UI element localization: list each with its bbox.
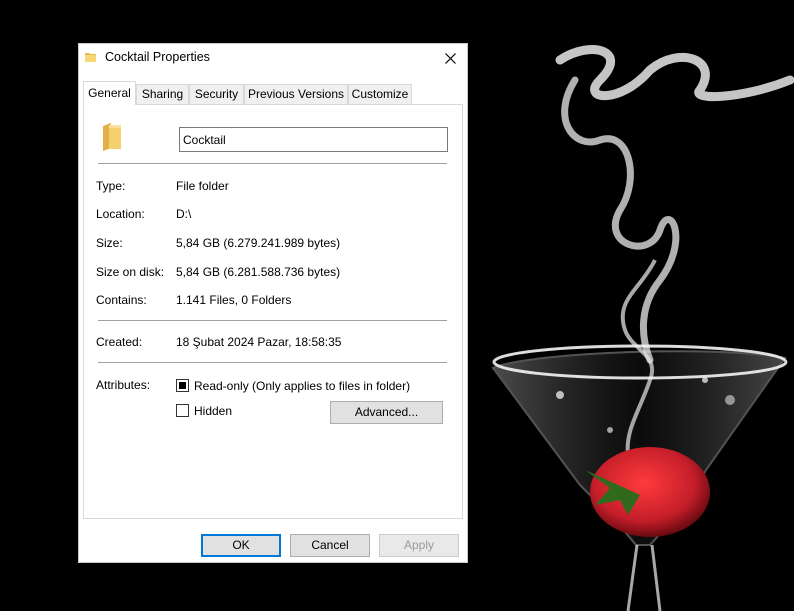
separator xyxy=(98,320,447,321)
advanced-button[interactable]: Advanced... xyxy=(330,401,443,424)
contains-label: Contains: xyxy=(96,293,147,307)
apply-button[interactable]: Apply xyxy=(379,534,459,557)
hidden-label[interactable]: Hidden xyxy=(194,404,232,418)
tab-customize[interactable]: Customize xyxy=(348,84,412,104)
created-label: Created: xyxy=(96,335,143,349)
folder-icon xyxy=(103,123,121,151)
read-only-label[interactable]: Read-only (Only applies to files in fold… xyxy=(194,379,410,393)
attributes-label: Attributes: xyxy=(96,378,151,392)
properties-dialog: Cocktail Properties General Sharing Secu… xyxy=(78,43,468,563)
window-title: Cocktail Properties xyxy=(105,50,210,64)
close-icon xyxy=(444,52,456,64)
folder-icon xyxy=(85,53,96,62)
size-on-disk-value: 5,84 GB (6.281.588.736 bytes) xyxy=(176,265,341,279)
ok-button[interactable]: OK xyxy=(201,534,281,557)
size-value: 5,84 GB (6.279.241.989 bytes) xyxy=(176,236,341,250)
size-label: Size: xyxy=(96,236,123,250)
title-bar[interactable]: Cocktail Properties xyxy=(79,44,467,72)
type-label: Type: xyxy=(96,179,126,193)
location-value: D:\ xyxy=(176,207,192,221)
contains-value: 1.141 Files, 0 Folders xyxy=(176,293,292,307)
read-only-checkbox[interactable] xyxy=(176,379,189,392)
general-tab-panel: Type: File folder Location: D:\ Size: 5,… xyxy=(83,104,463,519)
tab-sharing[interactable]: Sharing xyxy=(136,84,189,104)
close-button[interactable] xyxy=(433,44,467,72)
separator xyxy=(98,362,447,363)
type-value: File folder xyxy=(176,179,229,193)
folder-name-input[interactable] xyxy=(179,127,448,152)
tab-general[interactable]: General xyxy=(83,81,136,105)
location-label: Location: xyxy=(96,207,145,221)
separator xyxy=(98,163,447,164)
created-value: 18 Şubat 2024 Pazar, 18:58:35 xyxy=(176,335,342,349)
tab-previous-versions[interactable]: Previous Versions xyxy=(244,84,348,104)
size-on-disk-label: Size on disk: xyxy=(96,265,165,279)
tab-strip: General Sharing Security Previous Versio… xyxy=(83,81,463,105)
hidden-checkbox[interactable] xyxy=(176,404,189,417)
cancel-button[interactable]: Cancel xyxy=(290,534,370,557)
tab-security[interactable]: Security xyxy=(189,84,244,104)
